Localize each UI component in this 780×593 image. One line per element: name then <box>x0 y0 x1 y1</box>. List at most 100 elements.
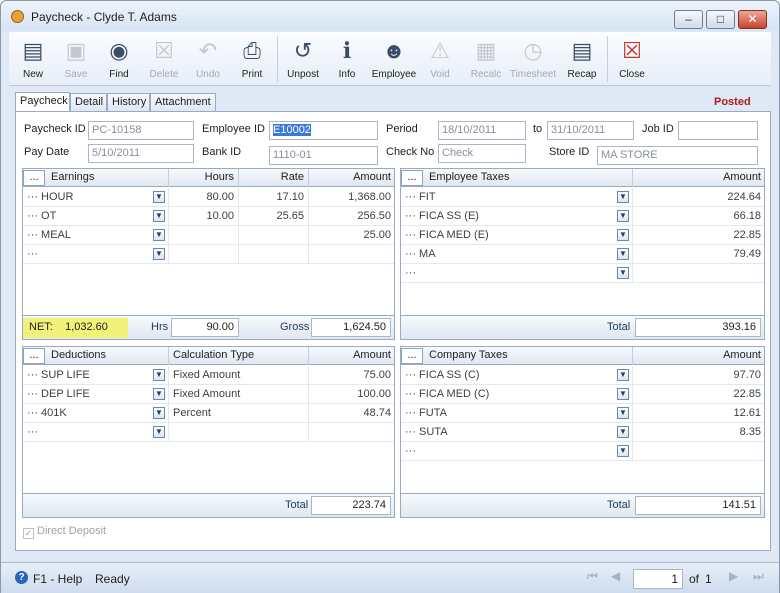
table-row[interactable]: ··· 401K ▼ Percent 48.74 <box>23 404 394 423</box>
company-taxes-menu-button[interactable]: ... <box>401 348 423 364</box>
deduction-calc-type[interactable]: Percent <box>169 404 309 423</box>
table-row[interactable]: ··· ▼ <box>401 264 764 283</box>
deductions-col-header[interactable]: Deductions <box>45 347 169 365</box>
chevron-down-icon[interactable]: ▼ <box>617 426 629 438</box>
earning-amount[interactable]: 1,368.00 <box>309 188 395 207</box>
tax-amount[interactable]: 224.64 <box>633 188 765 207</box>
tax-amount[interactable]: 22.85 <box>633 385 765 404</box>
chevron-down-icon[interactable]: ▼ <box>153 369 165 381</box>
deduction-amount[interactable]: 48.74 <box>309 404 395 423</box>
earning-rate[interactable] <box>239 245 309 264</box>
tax-amount[interactable]: 79.49 <box>633 245 765 264</box>
tax-amount[interactable]: 97.70 <box>633 366 765 385</box>
recalc-button[interactable]: ▦ Recalc <box>462 34 510 84</box>
first-page-icon[interactable]: ⏮ <box>587 569 598 584</box>
earning-amount[interactable]: 25.00 <box>309 226 395 245</box>
table-row[interactable]: ··· ▼ <box>23 423 394 442</box>
earning-hours[interactable]: 80.00 <box>169 188 239 207</box>
calc-type-col-header[interactable]: Calculation Type <box>169 347 309 365</box>
earning-amount[interactable] <box>309 245 395 264</box>
chevron-down-icon[interactable]: ▼ <box>617 229 629 241</box>
paycheck-id-field[interactable]: PC-10158 <box>88 121 194 140</box>
chevron-down-icon[interactable]: ▼ <box>617 369 629 381</box>
deductions-menu-button[interactable]: ... <box>23 348 45 364</box>
table-row[interactable]: ··· FICA MED (E) ▼ 22.85 <box>401 226 764 245</box>
previous-page-icon[interactable]: ◀ <box>611 569 620 583</box>
table-row[interactable]: ··· HOUR ▼ 80.00 17.10 1,368.00 <box>23 188 394 207</box>
table-row[interactable]: ··· FICA MED (C) ▼ 22.85 <box>401 385 764 404</box>
help-label[interactable]: F1 - Help <box>33 572 82 586</box>
deduction-amount[interactable] <box>309 423 395 442</box>
print-button[interactable]: ⎙ Print <box>228 34 276 84</box>
last-page-icon[interactable]: ⏭ <box>753 569 764 584</box>
table-row[interactable]: ··· FIT ▼ 224.64 <box>401 188 764 207</box>
table-row[interactable]: ··· OT ▼ 10.00 25.65 256.50 <box>23 207 394 226</box>
chevron-down-icon[interactable]: ▼ <box>153 426 165 438</box>
tab-paycheck[interactable]: Paycheck <box>15 92 70 111</box>
amount-col-header[interactable]: Amount <box>633 169 765 187</box>
undo-button[interactable]: ↶ Undo <box>184 34 232 84</box>
tax-amount[interactable] <box>633 442 765 461</box>
tax-amount[interactable]: 12.61 <box>633 404 765 423</box>
table-row[interactable]: ··· FICA SS (E) ▼ 66.18 <box>401 207 764 226</box>
pay-date-field[interactable]: 5/10/2011 <box>88 144 194 163</box>
deduction-calc-type[interactable]: Fixed Amount <box>169 366 309 385</box>
recap-button[interactable]: ▤ Recap <box>558 34 606 84</box>
earning-rate[interactable]: 25.65 <box>239 207 309 226</box>
employee-button[interactable]: ☻ Employee <box>370 34 418 84</box>
deduction-calc-type[interactable] <box>169 423 309 442</box>
chevron-down-icon[interactable]: ▼ <box>153 407 165 419</box>
chevron-down-icon[interactable]: ▼ <box>153 388 165 400</box>
table-row[interactable]: ··· DEP LIFE ▼ Fixed Amount 100.00 <box>23 385 394 404</box>
unpost-button[interactable]: ↺ Unpost <box>279 34 327 84</box>
earning-amount[interactable]: 256.50 <box>309 207 395 226</box>
page-number-input[interactable]: 1 <box>633 569 683 589</box>
earnings-col-header[interactable]: Earnings <box>45 169 169 187</box>
close-window-button[interactable]: ✕ <box>738 10 767 29</box>
table-row[interactable]: ··· SUP LIFE ▼ Fixed Amount 75.00 <box>23 366 394 385</box>
earnings-menu-button[interactable]: ... <box>23 170 45 186</box>
earning-rate[interactable] <box>239 226 309 245</box>
amount-col-header[interactable]: Amount <box>309 347 395 365</box>
tax-amount[interactable]: 22.85 <box>633 226 765 245</box>
rate-col-header[interactable]: Rate <box>239 169 309 187</box>
chevron-down-icon[interactable]: ▼ <box>153 191 165 203</box>
delete-button[interactable]: ☒ Delete <box>140 34 188 84</box>
amount-col-header[interactable]: Amount <box>309 169 395 187</box>
next-page-icon[interactable]: ▶ <box>729 569 738 583</box>
earning-hours[interactable] <box>169 245 239 264</box>
deduction-amount[interactable]: 75.00 <box>309 366 395 385</box>
chevron-down-icon[interactable]: ▼ <box>617 248 629 260</box>
table-row[interactable]: ··· FUTA ▼ 12.61 <box>401 404 764 423</box>
employee-id-field[interactable]: E10002 <box>269 121 378 140</box>
chevron-down-icon[interactable]: ▼ <box>153 248 165 260</box>
deduction-amount[interactable]: 100.00 <box>309 385 395 404</box>
table-row[interactable]: ··· ▼ <box>401 442 764 461</box>
earning-hours[interactable] <box>169 226 239 245</box>
chevron-down-icon[interactable]: ▼ <box>617 210 629 222</box>
minimize-button[interactable]: – <box>674 10 703 29</box>
deduction-calc-type[interactable]: Fixed Amount <box>169 385 309 404</box>
save-button[interactable]: ▣ Save <box>52 34 100 84</box>
chevron-down-icon[interactable]: ▼ <box>617 191 629 203</box>
tab-detail[interactable]: Detail <box>70 93 107 111</box>
tab-history[interactable]: History <box>107 93 150 111</box>
help-icon[interactable]: ? <box>15 571 28 584</box>
close-button[interactable]: ☒ Close <box>608 34 656 84</box>
company-taxes-col-header[interactable]: Company Taxes <box>423 347 633 365</box>
info-button[interactable]: ℹ Info <box>323 34 371 84</box>
employee-taxes-col-header[interactable]: Employee Taxes <box>423 169 633 187</box>
tax-amount[interactable]: 8.35 <box>633 423 765 442</box>
earning-hours[interactable]: 10.00 <box>169 207 239 226</box>
new-button[interactable]: ▤ New <box>9 34 57 84</box>
bank-id-field[interactable]: 1110-01 <box>269 146 378 165</box>
table-row[interactable]: ··· SUTA ▼ 8.35 <box>401 423 764 442</box>
chevron-down-icon[interactable]: ▼ <box>617 445 629 457</box>
job-id-field[interactable] <box>678 121 758 140</box>
direct-deposit-checkbox[interactable]: ✓ Direct Deposit <box>23 525 106 539</box>
table-row[interactable]: ··· MA ▼ 79.49 <box>401 245 764 264</box>
chevron-down-icon[interactable]: ▼ <box>617 407 629 419</box>
hours-col-header[interactable]: Hours <box>169 169 239 187</box>
tax-amount[interactable]: 66.18 <box>633 207 765 226</box>
period-from-field[interactable]: 18/10/2011 <box>438 121 526 140</box>
